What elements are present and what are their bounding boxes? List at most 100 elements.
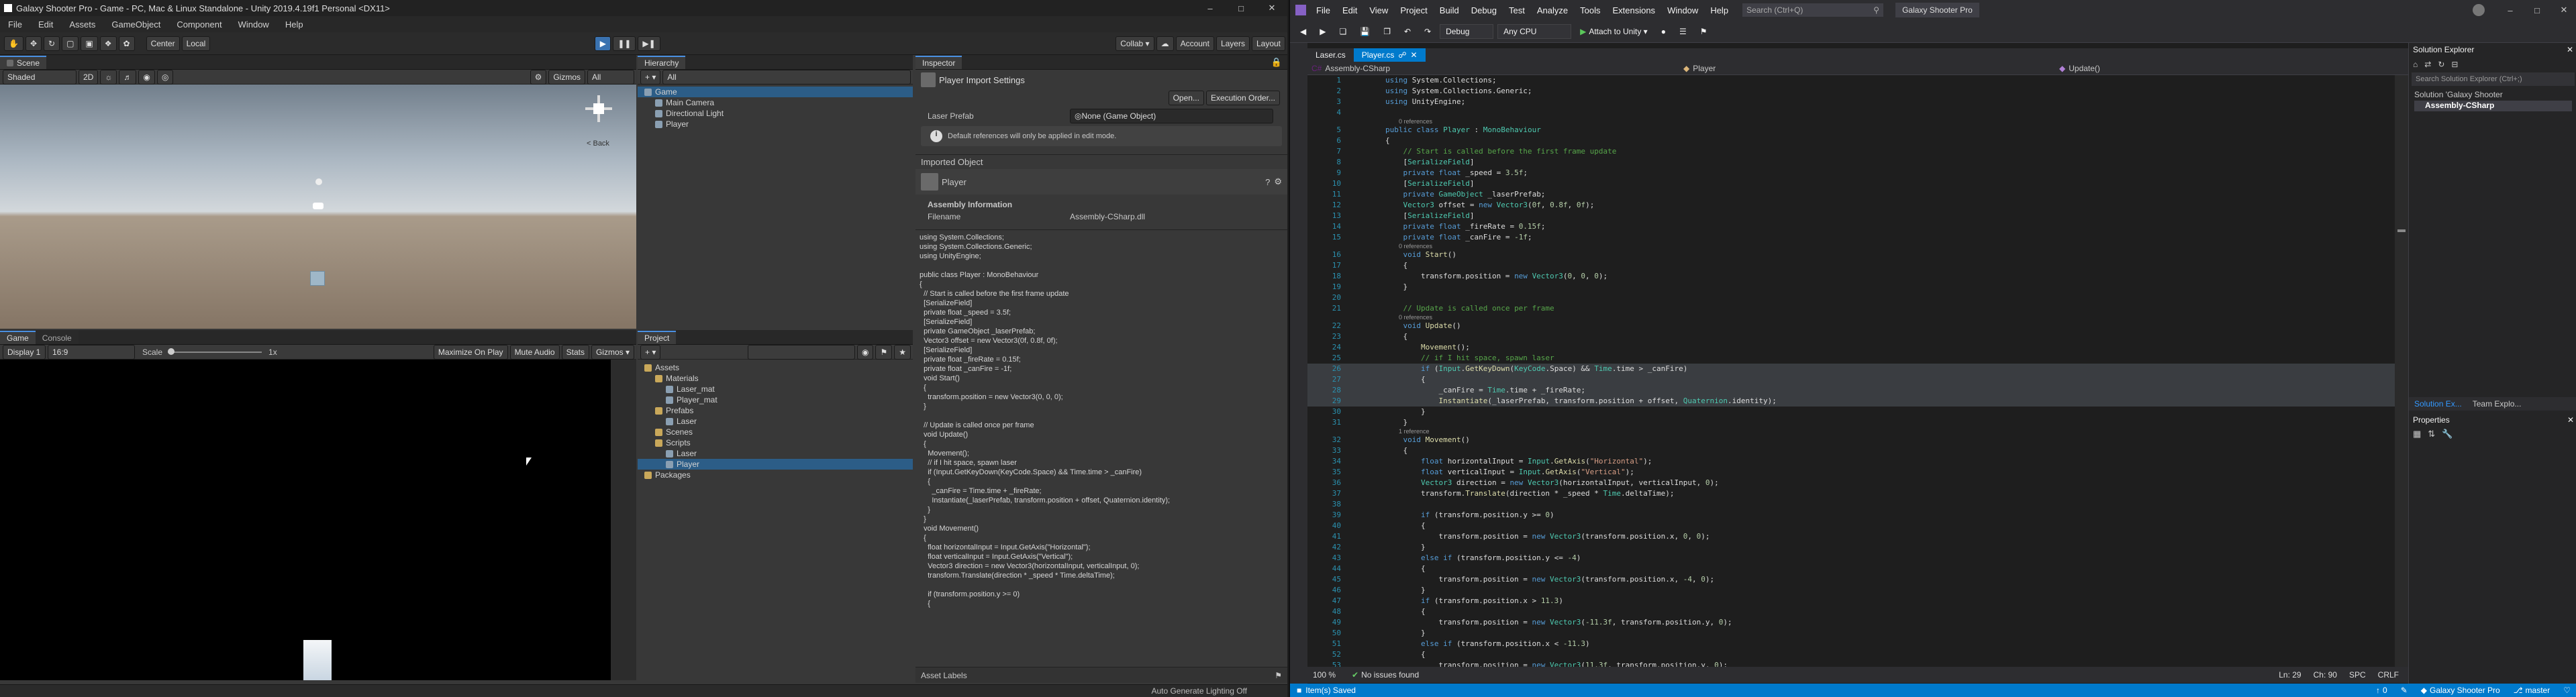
code-line[interactable]: 27 { [1307,374,2395,385]
unity-menu-window[interactable]: Window [230,19,277,30]
code-line[interactable]: 32 void Movement() [1307,435,2395,445]
unity-menu-component[interactable]: Component [168,19,230,30]
hierarchy-item[interactable]: Player [638,119,913,129]
platform-dropdown[interactable]: Any CPU [1497,23,1572,39]
tab-player-cs[interactable]: Player.cs ☍ ✕ [1353,48,1426,62]
code-line[interactable]: 47 if (transform.position.x > 11.3) [1307,596,2395,606]
codelens-references[interactable]: 1 reference [1307,428,2395,435]
filter-label-icon[interactable]: ⚑ [875,344,893,360]
new-file-icon[interactable]: ❏ [1334,24,1351,39]
alphabetical-icon[interactable]: ⇅ [2428,429,2435,439]
code-line[interactable]: 51 else if (transform.position.x < -11.3… [1307,639,2395,649]
save-all-icon[interactable]: ❐ [1379,24,1395,39]
project-item[interactable]: Laser [638,416,913,427]
vs-menu-project[interactable]: Project [1394,5,1433,15]
maximize-icon[interactable]: □ [1226,3,1256,13]
play-button[interactable]: ▶ [595,36,611,51]
scene-camera-icon[interactable]: ⚙ [530,69,547,85]
solution-node[interactable]: Solution 'Galaxy Shooter [2414,90,2572,101]
project-item[interactable]: Laser_mat [638,384,913,394]
vs-minimize-icon[interactable]: – [2497,5,2524,15]
repo-name[interactable]: Galaxy Shooter Pro [2430,686,2500,695]
collab-button[interactable]: Collab ▾ [1116,36,1154,51]
code-line[interactable]: 23 { [1307,331,2395,342]
vs-menu-test[interactable]: Test [1503,5,1531,15]
code-line[interactable]: 31 } [1307,417,2395,428]
code-line[interactable]: 16 void Start() [1307,250,2395,260]
gizmos-dropdown[interactable]: Gizmos [548,69,585,85]
camera-gizmo-icon[interactable] [313,203,324,209]
code-line[interactable]: 45 transform.position = new Vector3(tran… [1307,574,2395,585]
code-line[interactable]: 13 [SerializeField] [1307,211,2395,221]
code-line[interactable]: 33 { [1307,445,2395,456]
code-line[interactable]: 4 [1307,107,2395,118]
code-line[interactable]: 43 else if (transform.position.y <= -4) [1307,553,2395,564]
config-dropdown[interactable]: Debug [1440,23,1494,39]
aspect-dropdown[interactable]: 16:9 [48,344,135,360]
code-line[interactable]: 30 } [1307,407,2395,417]
codelens-references[interactable]: 0 references [1307,314,2395,321]
project-search-input[interactable] [747,344,855,360]
project-item[interactable]: Laser [638,448,913,459]
code-line[interactable]: 26 if (Input.GetKeyDown(KeyCode.Space) &… [1307,364,2395,374]
execution-order-button[interactable]: Execution Order... [1205,91,1280,105]
code-line[interactable]: 19 } [1307,282,2395,292]
user-avatar-icon[interactable] [2473,4,2485,16]
step-button[interactable]: ▶❚ [638,36,660,51]
error-count[interactable]: 0 [2383,686,2387,695]
scene-perspective-label[interactable]: < Back [587,140,609,148]
code-line[interactable]: 25 // if I hit space, spawn laser [1307,353,2395,364]
code-line[interactable]: 22 void Update() [1307,321,2395,331]
open-button[interactable]: Open... [1168,91,1204,105]
code-line[interactable]: 9 private float _speed = 3.5f; [1307,168,2395,178]
code-line[interactable]: 35 float verticalInput = Input.GetAxis("… [1307,467,2395,478]
pause-button[interactable]: ❚❚ [613,36,636,51]
issues-text[interactable]: No issues found [1361,670,1419,680]
code-line[interactable]: 3 using UnityEngine; [1307,97,2395,107]
code-line[interactable]: 53 transform.position = new Vector3(11.3… [1307,660,2395,667]
unity-menu-help[interactable]: Help [277,19,311,30]
breakpoint-icon[interactable]: ● [1656,24,1671,39]
project-item[interactable]: Scripts [638,437,913,448]
tab-team-explorer[interactable]: Team Explo... [2467,399,2527,409]
unity-menu-edit[interactable]: Edit [30,19,61,30]
laser-prefab-field[interactable]: ◎ None (Game Object) [1070,109,1273,123]
project-item[interactable]: Materials [638,373,913,384]
tab-game[interactable]: Game [0,330,36,344]
effects-dropdown-icon[interactable]: ◉ [138,69,155,85]
code-line[interactable]: 44 { [1307,564,2395,574]
scene-gizmo-axis[interactable] [585,95,612,122]
hierarchy-item[interactable]: Directional Light [638,108,913,119]
vs-menu-build[interactable]: Build [1434,5,1465,15]
close-icon[interactable]: ✕ [1256,3,1287,13]
code-line[interactable]: 28 _canFire = Time.time + _fireRate; [1307,385,2395,396]
code-line[interactable]: 40 { [1307,521,2395,531]
code-line[interactable]: 18 transform.position = new Vector3(0, 0… [1307,271,2395,282]
code-line[interactable]: 39 if (transform.position.y >= 0) [1307,510,2395,521]
settings-icon[interactable]: ⚙ [1274,176,1282,187]
vs-search-box[interactable]: Search (Ctrl+Q) ⚲ [1742,3,1884,17]
project-add-button[interactable]: + ▾ [640,344,661,360]
code-line[interactable]: 52 { [1307,649,2395,660]
property-pages-icon[interactable]: 🔧 [2442,429,2453,439]
minimize-icon[interactable]: – [1195,3,1226,13]
code-line[interactable]: 41 transform.position = new Vector3(tran… [1307,531,2395,542]
code-line[interactable]: 46 } [1307,585,2395,596]
collapse-icon[interactable]: ⊟ [2451,60,2458,69]
refresh-icon[interactable]: ↻ [2438,60,2444,69]
tab-inspector[interactable]: Inspector [915,55,962,69]
transform-tool-icon[interactable]: ❖ [99,36,117,51]
unity-menu-file[interactable]: File [0,19,30,30]
spacing-mode[interactable]: SPC [2349,670,2366,680]
code-line[interactable]: 48 { [1307,606,2395,617]
account-button[interactable]: Account [1175,36,1214,51]
sync-icon[interactable]: ⇄ [2424,60,2431,69]
notification-icon[interactable]: ♡ [2563,686,2571,695]
properties-close-icon[interactable]: ✕ [2567,415,2574,425]
project-nav-dropdown[interactable]: C# Assembly-CSharp [1307,64,1683,73]
vs-menu-analyze[interactable]: Analyze [1531,5,1574,15]
project-item[interactable]: Player_mat [638,394,913,405]
filter-type-icon[interactable]: ◉ [856,344,874,360]
home-icon[interactable]: ⌂ [2413,60,2418,69]
label-icon[interactable]: ⚑ [1275,671,1282,680]
